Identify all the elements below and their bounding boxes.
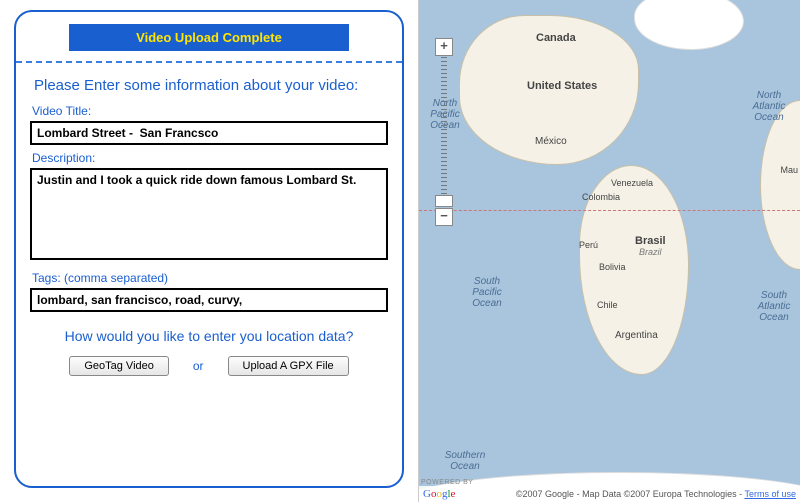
location-heading: How would you like to enter you location… xyxy=(30,328,388,344)
video-title-input[interactable] xyxy=(30,121,388,145)
label-venezuela: Venezuela xyxy=(611,178,653,188)
label-bolivia: Bolivia xyxy=(599,262,626,272)
form-heading: Please Enter some information about your… xyxy=(34,77,388,94)
zoom-control: + − xyxy=(435,38,453,226)
tags-input[interactable] xyxy=(30,288,388,312)
map-attribution: ©2007 Google - Map Data ©2007 Europa Tec… xyxy=(516,489,796,499)
label-brasil-main: Brasil xyxy=(635,235,666,247)
label-canada: Canada xyxy=(536,32,576,44)
description-input[interactable]: Justin and I took a quick ride down famo… xyxy=(30,168,388,260)
terms-link[interactable]: Terms of use xyxy=(744,489,796,499)
description-label: Description: xyxy=(32,151,388,165)
label-north-atlantic: North Atlantic Ocean xyxy=(744,90,794,123)
label-mau: Mau xyxy=(780,165,798,175)
divider xyxy=(16,61,402,63)
label-southern-ocean: Southern Ocean xyxy=(435,450,495,472)
form-panel: Video Upload Complete Please Enter some … xyxy=(0,0,418,502)
location-button-row: GeoTag Video or Upload A GPX File xyxy=(30,356,388,376)
map-panel: Canada United States México Venezuela Co… xyxy=(418,0,800,502)
form-card: Video Upload Complete Please Enter some … xyxy=(14,10,404,488)
attrib-text: ©2007 Google - Map Data ©2007 Europa Tec… xyxy=(516,489,745,499)
label-brasil-sub: Brazil xyxy=(635,247,666,257)
or-label: or xyxy=(193,359,204,373)
landmass-greenland xyxy=(634,0,744,50)
label-united-states: United States xyxy=(527,80,597,92)
label-south-atlantic: South Atlantic Ocean xyxy=(750,290,798,323)
zoom-slider-thumb[interactable] xyxy=(435,195,453,207)
video-title-label: Video Title: xyxy=(32,104,388,118)
label-south-pacific: South Pacific Ocean xyxy=(463,276,511,309)
label-argentina: Argentina xyxy=(615,330,658,341)
zoom-slider-track[interactable] xyxy=(441,57,447,207)
label-peru: Perú xyxy=(579,240,598,250)
upload-status-bar: Video Upload Complete xyxy=(69,24,348,51)
zoom-out-button[interactable]: − xyxy=(435,208,453,226)
map-surface[interactable]: Canada United States México Venezuela Co… xyxy=(419,0,800,502)
label-brasil: Brasil Brazil xyxy=(635,235,666,257)
label-mexico: México xyxy=(535,136,567,147)
tags-label: Tags: (comma separated) xyxy=(32,271,388,285)
geotag-video-button[interactable]: GeoTag Video xyxy=(69,356,169,376)
equator-line xyxy=(419,210,800,211)
upload-gpx-button[interactable]: Upload A GPX File xyxy=(228,356,349,376)
label-colombia: Colombia xyxy=(582,192,620,202)
google-logo: Google xyxy=(423,488,455,500)
powered-by-label: POWERED BY xyxy=(421,479,473,486)
landmass-africa xyxy=(760,100,800,270)
zoom-in-button[interactable]: + xyxy=(435,38,453,56)
map-footer: Google ©2007 Google - Map Data ©2007 Eur… xyxy=(419,486,800,502)
label-chile: Chile xyxy=(597,300,618,310)
